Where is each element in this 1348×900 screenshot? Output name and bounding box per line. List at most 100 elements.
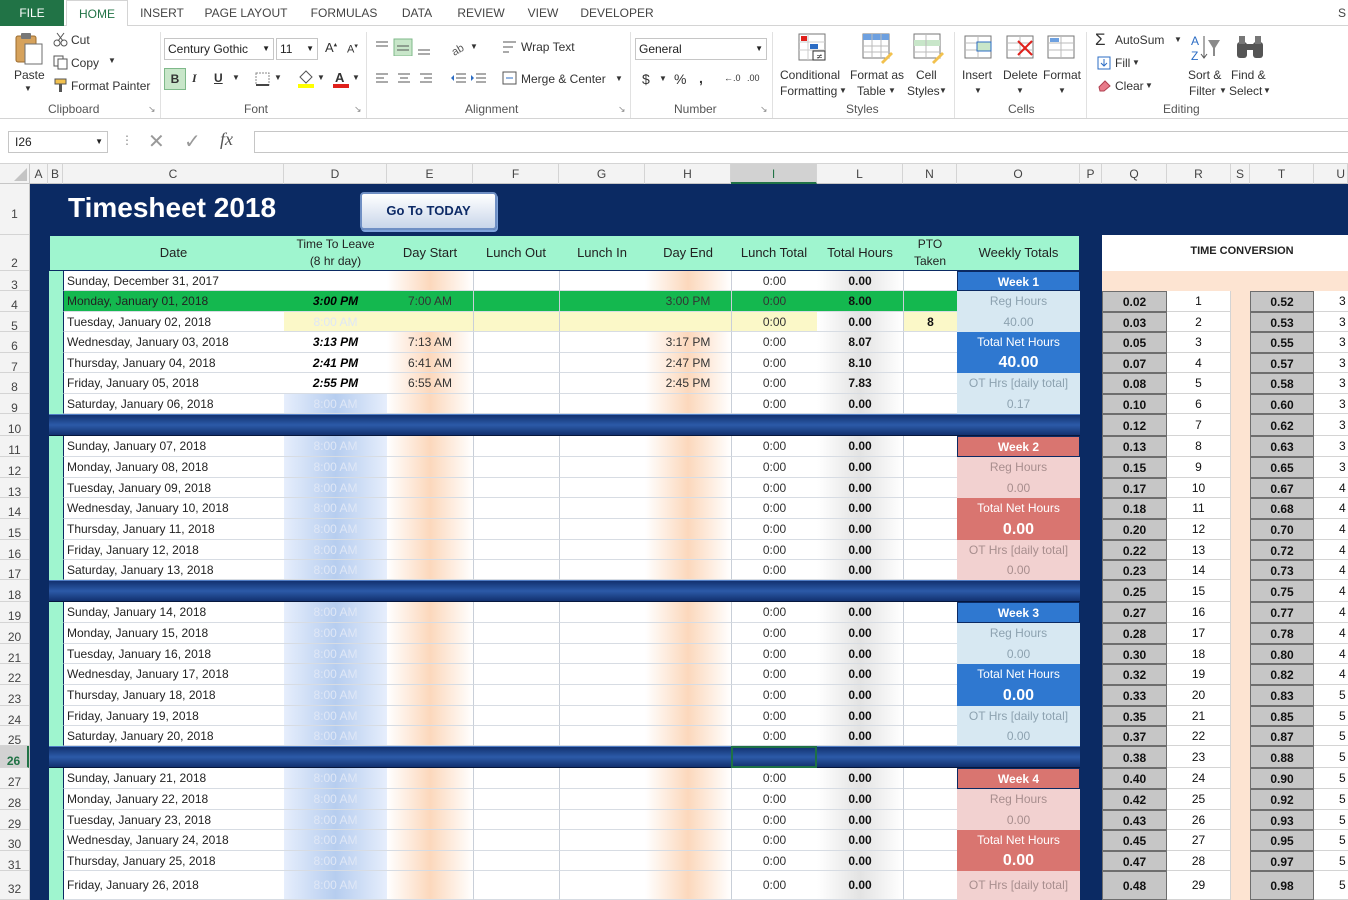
conversion-decimal-b[interactable]: 0.72 [1250,540,1314,560]
cell-styles-icon[interactable] [912,32,944,64]
conversion-minutes-b[interactable]: 3 [1314,373,1348,394]
conversion-decimal-a[interactable]: 0.20 [1102,519,1167,540]
sort-filter-label-1[interactable]: Sort & [1188,68,1221,82]
row-stripe[interactable] [49,830,63,851]
pto-cell[interactable] [903,373,957,394]
clipboard-launcher-icon[interactable]: ↘ [148,104,156,115]
row-stripe[interactable] [49,789,63,810]
row-stripe[interactable] [49,540,63,560]
total-hours-cell[interactable]: 0.00 [817,644,903,664]
conversion-decimal-a[interactable]: 0.17 [1102,478,1167,498]
lunch-in-cell[interactable] [559,478,645,498]
day-end-cell[interactable] [645,540,731,560]
lunch-out-cell[interactable] [473,644,559,664]
conversion-decimal-b[interactable]: 0.58 [1250,373,1314,394]
format-as-table-label-2[interactable]: Table [857,84,886,98]
time-to-leave-cell[interactable]: 8:00 AM [284,789,387,810]
day-end-cell[interactable]: 2:47 PM [645,353,731,373]
tab-insert[interactable]: INSERT [136,0,188,26]
find-select-binoculars-icon[interactable] [1235,32,1265,62]
pto-cell[interactable] [903,644,957,664]
date-cell[interactable]: Tuesday, January 16, 2018 [63,644,284,664]
conversion-minutes-b[interactable]: 4 [1314,580,1348,602]
day-end-cell[interactable] [645,436,731,457]
pto-cell[interactable] [903,353,957,373]
row-header[interactable]: 27 [0,768,29,789]
conditional-formatting-icon[interactable]: ≠ [797,32,829,64]
lunch-out-cell[interactable] [473,871,559,900]
day-start-cell[interactable] [387,685,473,706]
lunch-in-cell[interactable] [559,312,645,332]
day-end-cell[interactable]: 2:45 PM [645,373,731,394]
day-start-cell[interactable] [387,726,473,746]
lunch-out-cell[interactable] [473,726,559,746]
date-cell[interactable]: Friday, January 26, 2018 [63,871,284,900]
time-to-leave-cell[interactable]: 8:00 AM [284,623,387,644]
total-hours-cell[interactable]: 8.00 [817,291,903,312]
row-header[interactable]: 15 [0,519,29,540]
select-all-corner[interactable] [0,164,30,184]
time-to-leave-cell[interactable]: 8:00 AM [284,540,387,560]
cancel-entry-icon[interactable]: ✕ [148,129,165,154]
conversion-decimal-b[interactable]: 0.85 [1250,706,1314,726]
delete-cells-button[interactable]: Delete [1003,68,1038,82]
conversion-decimal-a[interactable]: 0.35 [1102,706,1167,726]
conversion-minutes-b[interactable]: 5 [1314,871,1348,900]
conversion-decimal-a[interactable]: 0.27 [1102,602,1167,623]
conversion-decimal-b[interactable]: 0.55 [1250,332,1314,353]
conversion-gap[interactable] [1231,519,1250,540]
row-header[interactable]: 8 [0,373,29,394]
col-header[interactable]: N [903,164,957,184]
date-cell[interactable]: Tuesday, January 09, 2018 [63,478,284,498]
percent-icon[interactable]: % [674,71,686,87]
cut-icon[interactable] [53,32,68,47]
conversion-decimal-b[interactable]: 0.70 [1250,519,1314,540]
lunch-out-cell[interactable] [473,312,559,332]
tab-home[interactable]: HOME [66,0,128,27]
bold-icon[interactable]: B [164,68,186,90]
lunch-in-cell[interactable] [559,353,645,373]
date-cell[interactable]: Thursday, January 11, 2018 [63,519,284,540]
pto-cell[interactable] [903,706,957,726]
formula-input[interactable] [254,131,1348,153]
total-hours-cell[interactable]: 0.00 [817,664,903,685]
conversion-decimal-a[interactable]: 0.45 [1102,830,1167,851]
date-cell[interactable]: Saturday, January 06, 2018 [63,394,284,414]
conversion-decimal-a[interactable]: 0.12 [1102,414,1167,436]
day-end-cell[interactable] [645,664,731,685]
lunch-in-cell[interactable] [559,706,645,726]
date-cell[interactable]: Wednesday, January 10, 2018 [63,498,284,519]
date-cell[interactable]: Thursday, January 18, 2018 [63,685,284,706]
day-start-cell[interactable] [387,644,473,664]
fill-down-icon[interactable] [1097,56,1111,70]
conversion-gap[interactable] [1231,436,1250,457]
row-header[interactable]: 22 [0,664,29,685]
pto-cell[interactable] [903,560,957,580]
lunch-total-cell[interactable]: 0:00 [731,560,817,580]
total-hours-cell[interactable]: 0.00 [817,789,903,810]
lunch-total-cell[interactable]: 0:00 [731,851,817,871]
lunch-out-cell[interactable] [473,519,559,540]
sort-filter-label-2[interactable]: Filter [1189,84,1216,98]
conversion-decimal-b[interactable]: 0.88 [1250,746,1314,768]
conversion-decimal-b[interactable]: 0.90 [1250,768,1314,789]
chevron-down-icon[interactable]: ▼ [1016,86,1024,95]
row-header[interactable]: 9 [0,394,29,415]
conversion-minutes-a[interactable]: 18 [1167,644,1231,664]
lunch-total-cell[interactable]: 0:00 [731,373,817,394]
conversion-minutes-a[interactable]: 27 [1167,830,1231,851]
orientation-icon[interactable]: ab [450,38,472,56]
name-box[interactable]: I26 ▼ [8,131,108,153]
conversion-gap[interactable] [1231,560,1250,580]
conversion-decimal-a[interactable]: 0.28 [1102,623,1167,644]
conversion-minutes-a[interactable]: 20 [1167,685,1231,706]
lunch-in-cell[interactable] [559,540,645,560]
conversion-gap[interactable] [1231,685,1250,706]
row-stripe[interactable] [49,644,63,664]
conversion-minutes-b[interactable]: 4 [1314,540,1348,560]
row-stripe[interactable] [49,436,63,457]
copy-button[interactable]: Copy [71,56,99,70]
day-start-cell[interactable]: 6:41 AM [387,353,473,373]
number-launcher-icon[interactable]: ↘ [760,104,768,115]
row-header[interactable]: 12 [0,457,29,478]
